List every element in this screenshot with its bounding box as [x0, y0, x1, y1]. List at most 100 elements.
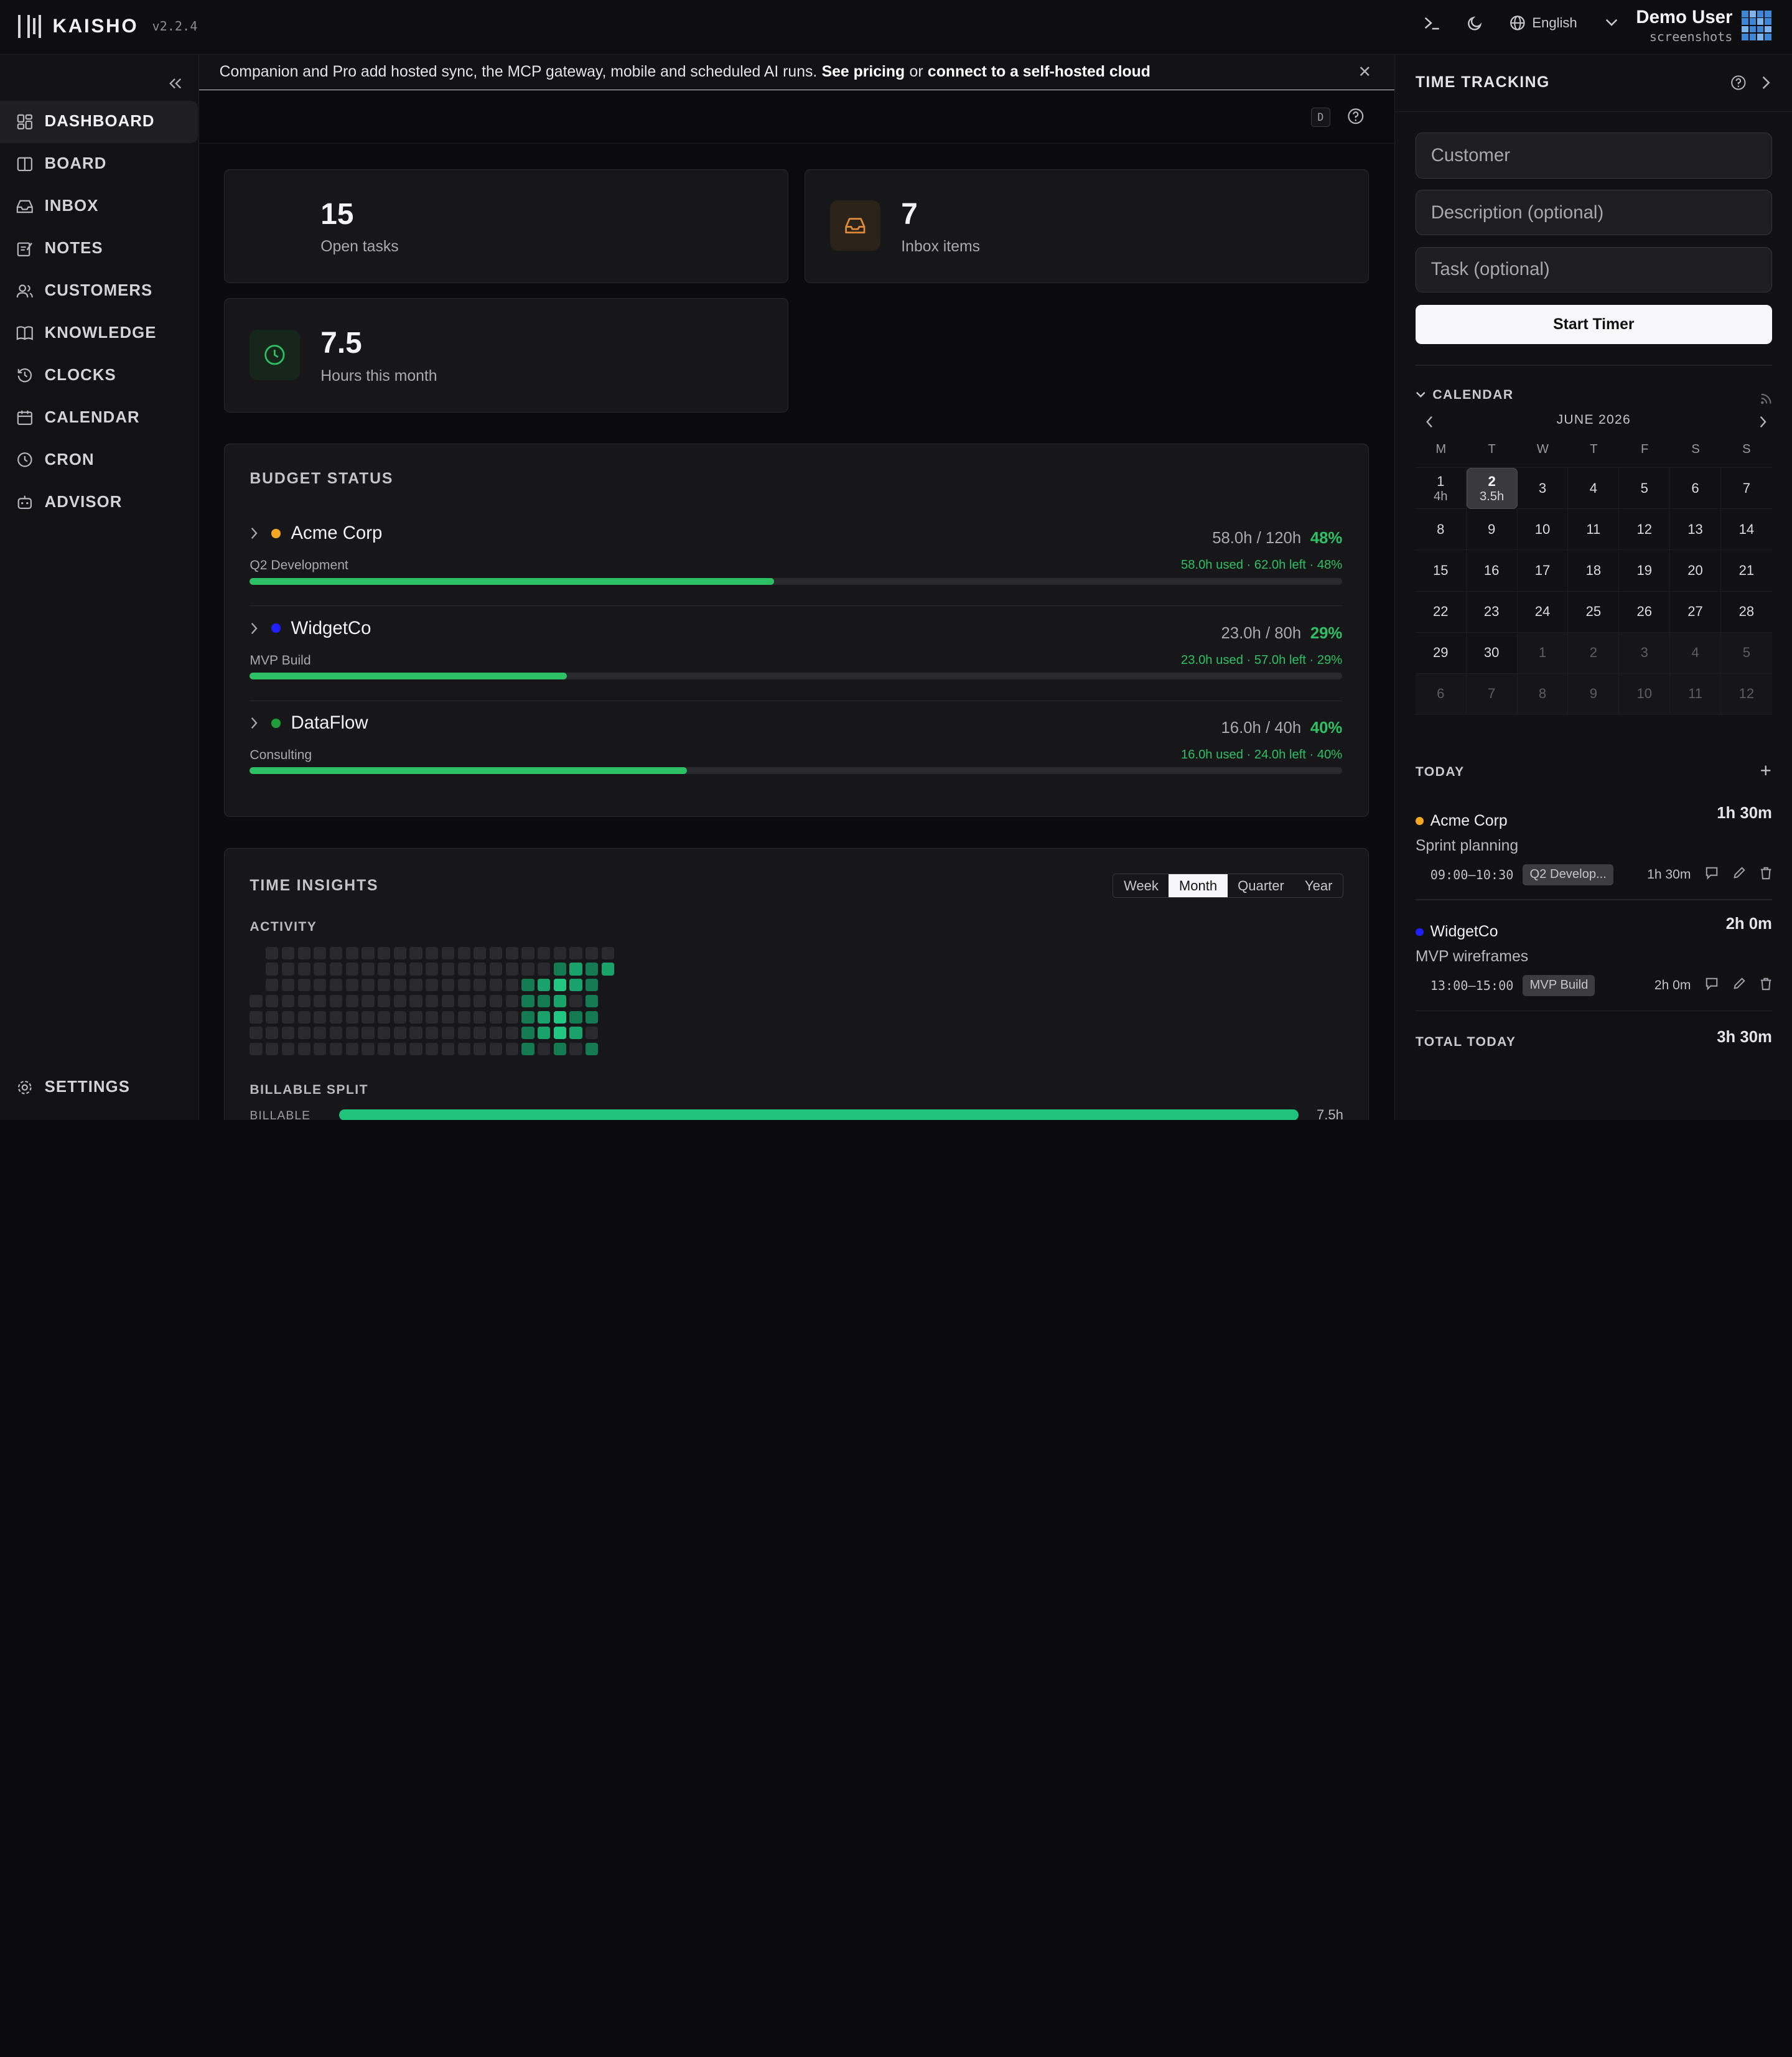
- comment-icon[interactable]: [1705, 977, 1719, 994]
- calendar-day[interactable]: 9: [1466, 509, 1518, 551]
- calendar-day[interactable]: 8: [1517, 673, 1569, 715]
- budget-row[interactable]: Acme Corp 58.0h / 120h 48% Q2 Development 58…: [250, 513, 1343, 607]
- add-entry-icon[interactable]: +: [1760, 760, 1771, 782]
- pricing-link[interactable]: See pricing: [822, 63, 905, 81]
- calendar-day[interactable]: 28: [1720, 592, 1772, 633]
- sidebar-item-dashboard[interactable]: DASHBOARD: [0, 100, 198, 143]
- calendar-day[interactable]: 15: [1415, 550, 1467, 592]
- language-select[interactable]: English: [1510, 15, 1577, 31]
- calendar-day[interactable]: 21: [1720, 550, 1772, 592]
- time-entry[interactable]: Acme Corp 1h 30m Sprint planning 09:00–10:3…: [1415, 798, 1772, 901]
- user-menu[interactable]: Demo User screenshots: [1636, 7, 1771, 44]
- heatmap-cell: [393, 963, 406, 976]
- calendar-day[interactable]: 4: [1670, 632, 1721, 674]
- start-timer-button[interactable]: Start Timer: [1415, 305, 1772, 344]
- range-month[interactable]: Month: [1169, 874, 1228, 898]
- comment-icon[interactable]: [1705, 866, 1719, 884]
- calendar-day[interactable]: 8: [1415, 509, 1467, 551]
- edit-icon[interactable]: [1732, 866, 1746, 884]
- calendar-day[interactable]: 18: [1568, 550, 1620, 592]
- calendar-day[interactable]: 19: [1619, 550, 1671, 592]
- chevron-right-icon[interactable]: [250, 526, 261, 540]
- stat-card-open-tasks[interactable]: 15 Open tasks: [223, 169, 789, 284]
- sidebar-item-inbox[interactable]: INBOX: [0, 185, 198, 228]
- collapse-sidebar-icon[interactable]: [169, 73, 182, 95]
- calendar-day[interactable]: 26: [1619, 591, 1671, 633]
- calendar-day[interactable]: 17: [1517, 550, 1569, 592]
- sidebar-item-customers[interactable]: CUSTOMERS: [0, 269, 198, 312]
- calendar-day[interactable]: 11: [1568, 509, 1620, 551]
- heatmap-cell: [281, 963, 294, 976]
- close-icon[interactable]: ✕: [1358, 63, 1372, 82]
- stat-card-inbox[interactable]: 7 Inbox items: [805, 169, 1370, 284]
- calendar-day[interactable]: 3: [1619, 632, 1671, 674]
- calendar-day[interactable]: 5: [1720, 632, 1772, 674]
- sidebar-item-cron[interactable]: CRON: [0, 439, 198, 481]
- sidebar-item-clocks[interactable]: CLOCKS: [0, 354, 198, 396]
- calendar-day[interactable]: 27: [1670, 591, 1721, 633]
- calendar-day[interactable]: 11: [1670, 673, 1721, 715]
- calendar-day[interactable]: 5: [1619, 468, 1671, 510]
- range-quarter[interactable]: Quarter: [1228, 874, 1295, 897]
- budget-title: BUDGET STATUS: [250, 470, 394, 487]
- calendar-day[interactable]: 25: [1568, 591, 1620, 633]
- sidebar-item-advisor[interactable]: ADVISOR: [0, 481, 198, 523]
- calendar-day[interactable]: 1: [1517, 632, 1569, 674]
- trash-icon[interactable]: [1760, 977, 1772, 994]
- calendar-day[interactable]: 24: [1517, 591, 1569, 633]
- calendar-day[interactable]: 10: [1517, 509, 1569, 551]
- calendar-day[interactable]: 30: [1466, 632, 1518, 674]
- budget-row[interactable]: WidgetCo 23.0h / 80h 29% MVP Build 23.0h use…: [250, 607, 1343, 701]
- calendar-day[interactable]: 29: [1415, 632, 1467, 674]
- calendar-day[interactable]: 22: [1415, 591, 1467, 633]
- time-entry[interactable]: WidgetCo 2h 0m MVP wireframes 13:00–15:00 MV…: [1415, 908, 1772, 1012]
- calendar-day[interactable]: 10: [1619, 673, 1671, 715]
- chevron-right-icon[interactable]: [250, 622, 261, 635]
- calendar-day[interactable]: 20: [1670, 550, 1721, 592]
- chevron-down-icon[interactable]: [1602, 14, 1620, 32]
- help-icon[interactable]: [1730, 74, 1747, 95]
- sidebar-item-knowledge[interactable]: KNOWLEDGE: [0, 312, 198, 354]
- range-year[interactable]: Year: [1294, 874, 1343, 897]
- rss-feed-icon[interactable]: [1760, 388, 1771, 409]
- calendar-day[interactable]: 6: [1415, 673, 1467, 715]
- terminal-icon[interactable]: [1422, 14, 1440, 32]
- heatmap-cell: [281, 1010, 294, 1024]
- brand[interactable]: KAISHO v2.2.4: [18, 14, 197, 39]
- calendar-day[interactable]: 7: [1466, 673, 1518, 715]
- moon-icon[interactable]: [1466, 14, 1484, 32]
- stat-card-hours[interactable]: 7.5 Hours this month: [223, 298, 789, 413]
- calendar-day[interactable]: 16: [1466, 550, 1518, 592]
- calendar-toggle[interactable]: CALENDAR: [1416, 388, 1514, 403]
- sidebar-item-settings[interactable]: SETTINGS: [0, 1066, 198, 1109]
- calendar-day[interactable]: 6: [1670, 468, 1721, 510]
- calendar-day[interactable]: 12: [1619, 509, 1671, 551]
- range-week[interactable]: Week: [1113, 874, 1169, 897]
- keyboard-shortcut-badge[interactable]: D: [1310, 107, 1330, 127]
- calendar-day[interactable]: 9: [1568, 673, 1620, 715]
- customer-input[interactable]: [1415, 133, 1772, 179]
- calendar-day[interactable]: 2: [1568, 632, 1620, 674]
- calendar-day[interactable]: 4: [1568, 468, 1620, 510]
- trash-icon[interactable]: [1760, 866, 1772, 884]
- budget-row[interactable]: DataFlow 16.0h / 40h 40% Consulting 16.0h us…: [250, 702, 1343, 796]
- chevron-right-icon[interactable]: [1760, 74, 1771, 95]
- self-hosted-link[interactable]: connect to a self-hosted cloud: [928, 63, 1150, 81]
- sidebar-item-notes[interactable]: NOTES: [0, 227, 198, 269]
- sidebar-item-board[interactable]: BOARD: [0, 143, 198, 185]
- calendar-day[interactable]: 12: [1720, 673, 1772, 715]
- calendar-day[interactable]: 7: [1720, 468, 1772, 510]
- help-icon[interactable]: [1347, 108, 1365, 130]
- calendar-day[interactable]: 3: [1517, 468, 1569, 510]
- calendar-day[interactable]: 1 4h: [1415, 468, 1467, 510]
- sidebar-item-calendar[interactable]: CALENDAR: [0, 396, 198, 439]
- next-month-icon[interactable]: [1758, 413, 1768, 434]
- description-input[interactable]: [1415, 189, 1772, 236]
- task-input[interactable]: [1415, 246, 1772, 293]
- chevron-right-icon[interactable]: [250, 716, 261, 730]
- calendar-day[interactable]: 2 3.5h: [1466, 468, 1518, 510]
- edit-icon[interactable]: [1732, 977, 1746, 994]
- calendar-day[interactable]: 23: [1466, 591, 1518, 633]
- calendar-day[interactable]: 14: [1720, 509, 1772, 551]
- calendar-day[interactable]: 13: [1670, 509, 1721, 551]
